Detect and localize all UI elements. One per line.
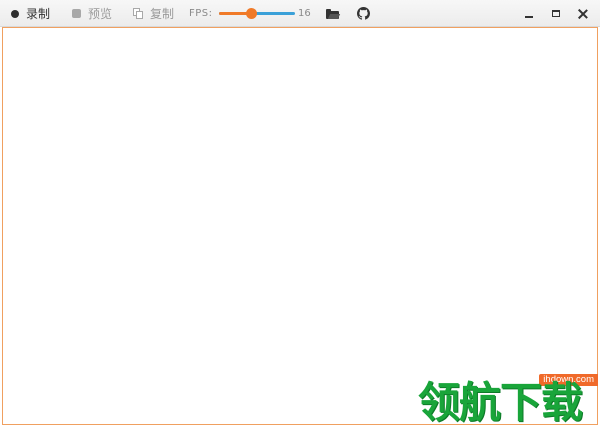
github-icon (357, 7, 370, 20)
copy-button[interactable]: 复制 (133, 0, 174, 27)
minimize-button[interactable] (518, 0, 540, 27)
folder-open-icon (326, 8, 341, 19)
fps-label: FPS: (189, 8, 213, 19)
record-button[interactable]: 录制 (11, 0, 50, 27)
fps-value: 16 (298, 8, 311, 19)
close-icon (577, 8, 588, 19)
copy-icon (133, 8, 143, 19)
open-folder-button[interactable] (326, 0, 341, 27)
close-button[interactable] (572, 0, 594, 27)
stop-square-icon (72, 9, 81, 18)
record-dot-icon (11, 9, 19, 18)
maximize-button[interactable] (545, 0, 567, 27)
maximize-icon (552, 10, 560, 17)
preview-label: 预览 (88, 7, 113, 21)
fps-slider-thumb[interactable] (245, 8, 257, 19)
copy-label: 复制 (150, 7, 175, 21)
github-button[interactable] (357, 0, 370, 27)
preview-button[interactable]: 预览 (72, 0, 112, 27)
minimize-icon (525, 15, 533, 18)
watermark: ihdown.com 领航下载 (418, 374, 600, 427)
watermark-text: 领航下载 (418, 378, 583, 427)
fps-slider[interactable] (219, 8, 295, 19)
title-bar[interactable]: 录制 预览 复制 FPS: 16 (0, 0, 600, 27)
record-label: 录制 (26, 7, 51, 21)
app-window: 录制 预览 复制 FPS: 16 ihdown.com 领航下载 (0, 0, 600, 427)
capture-area[interactable] (2, 27, 598, 425)
